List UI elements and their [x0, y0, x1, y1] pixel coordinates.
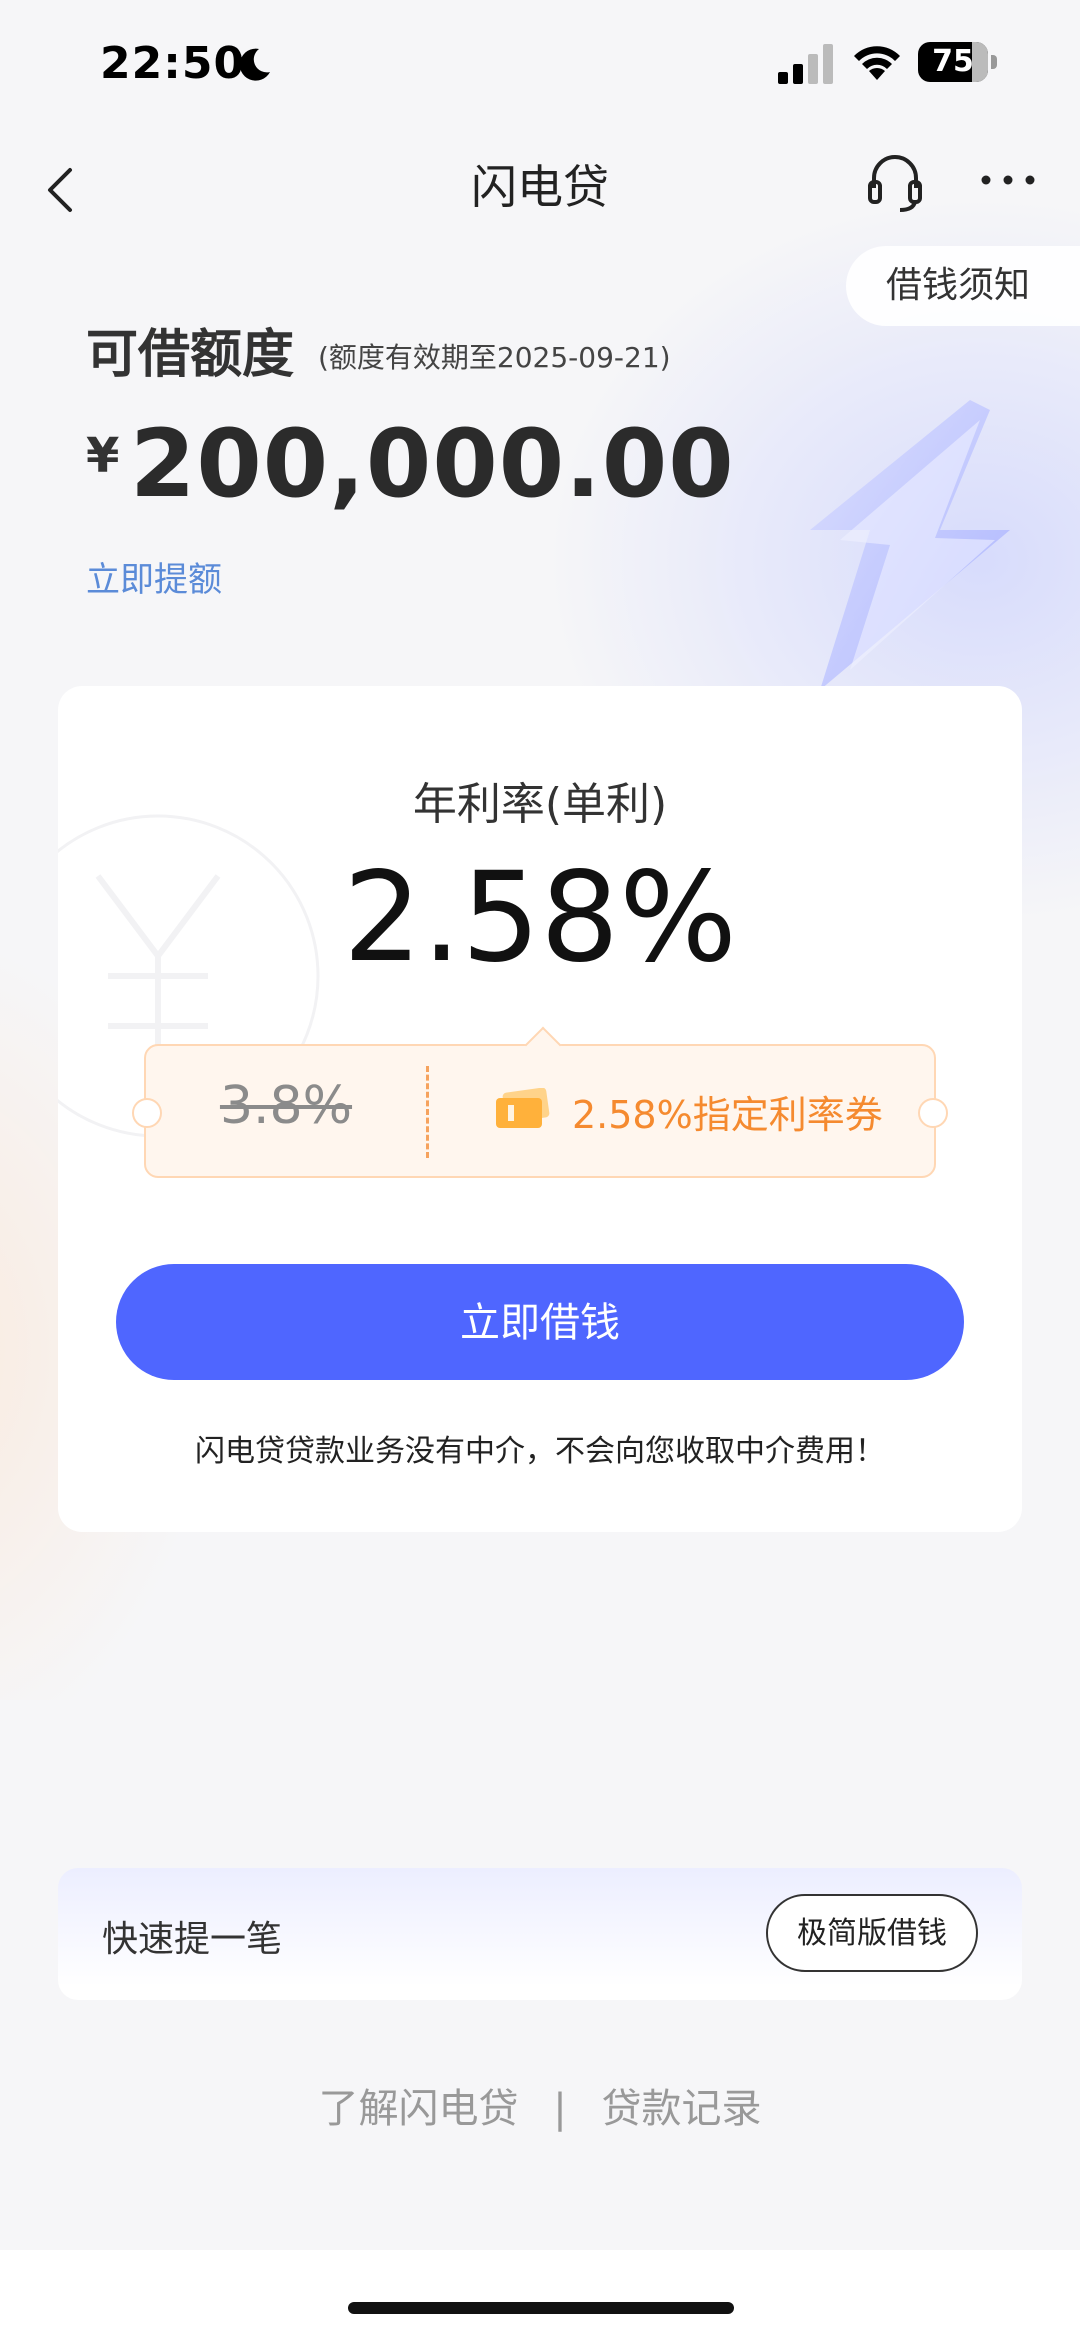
simple-borrow-button[interactable]: 极简版借钱: [766, 1894, 978, 1972]
coupon-ticket-icon: [496, 1088, 550, 1128]
footer-links: 了解闪电贷 | 贷款记录: [0, 2076, 1080, 2134]
annual-rate-title: 年利率(单利): [412, 779, 668, 830]
borrow-now-button[interactable]: 立即借钱: [116, 1264, 964, 1380]
borrowing-notice-tab[interactable]: 借钱须知: [846, 246, 1080, 326]
rate-coupon-banner[interactable]: 3.8% 2.58%指定利率券: [132, 1026, 948, 1178]
credit-limit-label: 可借额度: [86, 325, 295, 385]
raise-limit-link[interactable]: 立即提额: [86, 552, 222, 601]
wifi-icon: [854, 46, 900, 80]
quick-withdraw-label: 快速提一笔: [102, 1919, 283, 1960]
footer-separator: |: [553, 2086, 567, 2132]
loan-records-link[interactable]: 贷款记录: [601, 2076, 761, 2134]
navigation-bar: 闪电贷: [0, 130, 1080, 250]
rate-coupon-text: 2.58%指定利率券: [572, 1093, 883, 1137]
quick-withdraw-card: 快速提一笔 极简版借钱: [58, 1868, 1022, 2000]
moon-icon: [239, 48, 270, 81]
about-link[interactable]: 了解闪电贷: [319, 2076, 519, 2134]
customer-service-headset-icon[interactable]: [866, 148, 924, 218]
credit-amount: 200,000.00: [130, 410, 735, 519]
home-indicator-area: [0, 2250, 1080, 2337]
battery-level: 75: [932, 44, 974, 79]
annual-rate-value: 2.58%: [343, 846, 737, 990]
credit-validity-text: (额度有效期至2025-09-21): [318, 341, 671, 374]
interest-rate-card: 年利率(单利) 2.58% 3.8% 2.58%指定利率券 立即借钱 闪电贷贷款…: [58, 686, 1022, 1532]
home-indicator[interactable]: [348, 2302, 734, 2314]
no-intermediary-disclaimer: 闪电贷贷款业务没有中介，不会向您收取中介费用！: [195, 1434, 885, 1469]
coupon-divider: [426, 1066, 429, 1158]
original-rate: 3.8%: [219, 1076, 353, 1136]
status-time: 22:50: [100, 38, 246, 89]
cellular-signal-icon: [778, 44, 833, 84]
currency-symbol: ¥: [86, 428, 120, 484]
battery-indicator: 75: [918, 42, 998, 82]
lightning-bolt-decoration-icon: [810, 400, 1010, 690]
more-options-icon[interactable]: [980, 172, 1036, 188]
status-bar: 22:50 75: [0, 0, 1080, 130]
